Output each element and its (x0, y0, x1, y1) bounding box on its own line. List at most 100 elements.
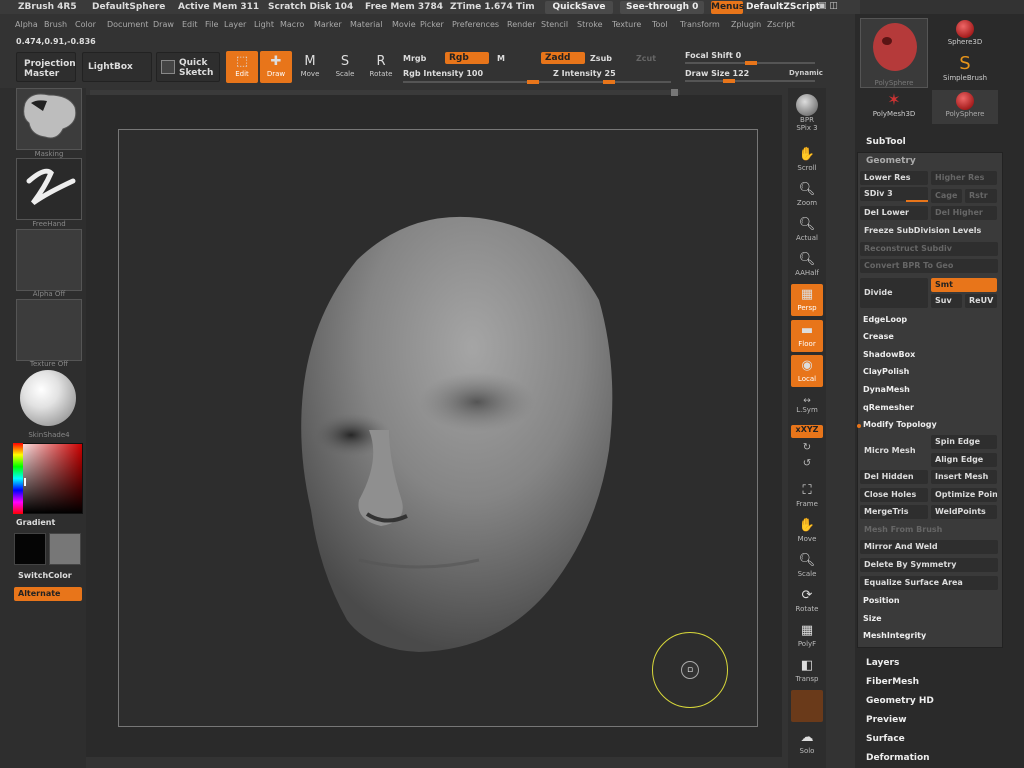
horizontal-scrollbar[interactable] (90, 90, 680, 95)
mesh-from-brush-button[interactable]: Mesh From Brush (860, 523, 998, 537)
lower-res-button[interactable]: Lower Res (860, 171, 928, 185)
delete-by-symmetry-button[interactable]: Delete By Symmetry (860, 558, 998, 572)
lightbox-button[interactable]: LightBox (82, 52, 152, 82)
material-thumbnail[interactable] (16, 368, 82, 430)
micro-mesh-button[interactable]: Micro Mesh (860, 444, 928, 458)
scroll-button[interactable]: ✋ Scroll (791, 144, 823, 176)
divide-button[interactable]: Divide (860, 278, 928, 308)
tool-thumb-polymesh3d[interactable]: ✶ PolyMesh3D (860, 90, 928, 124)
polyf-button[interactable]: ▦ PolyF (791, 620, 823, 652)
reuv-button[interactable]: ReUV (965, 294, 997, 308)
main-color-swatch[interactable] (14, 533, 46, 565)
menu-item[interactable]: Movie (392, 20, 416, 29)
menu-item[interactable]: Macro (280, 20, 304, 29)
subtool-header[interactable]: SubTool (866, 137, 906, 147)
zscript-label[interactable]: DefaultZScript (746, 1, 820, 14)
spix-slider[interactable]: SPix 3 (791, 124, 823, 138)
zoom-button[interactable]: 🔍︎ Zoom (791, 179, 823, 211)
rotate-view-button[interactable]: ⟳ Rotate (791, 585, 823, 617)
position-subpalette[interactable]: Position (863, 596, 900, 605)
z-intensity-slider[interactable]: Z Intensity 25 (553, 69, 616, 78)
shadowbox-subpalette[interactable]: ShadowBox (863, 350, 915, 359)
meshintegrity-subpalette[interactable]: MeshIntegrity (863, 631, 926, 640)
persp-button[interactable]: ▦ Persp (791, 284, 823, 316)
floor-button[interactable]: ▬ Floor (791, 320, 823, 352)
quicksave-button[interactable]: QuickSave (545, 1, 613, 14)
layers-header[interactable]: Layers (866, 658, 899, 668)
hue-strip[interactable] (13, 443, 23, 514)
rgb-intensity-slider[interactable]: Rgb Intensity 100 (403, 69, 483, 78)
menu-item[interactable]: Document (107, 20, 148, 29)
smt-toggle[interactable]: Smt (931, 278, 997, 292)
see-through-slider[interactable]: See-through 0 (620, 1, 704, 14)
focal-shift-track[interactable] (685, 61, 815, 65)
menu-item[interactable]: File (205, 20, 218, 29)
menu-item[interactable]: Brush (44, 20, 67, 29)
sdiv-slider[interactable]: SDiv 3 (860, 187, 928, 201)
transp-button[interactable]: ◧ Transp (791, 655, 823, 687)
stroke-thumbnail[interactable] (16, 158, 82, 220)
modify-topology-subpalette[interactable]: Modify Topology (863, 420, 937, 429)
lsym-button[interactable]: ↔ L.Sym (791, 396, 823, 418)
equalize-surface-button[interactable]: Equalize Surface Area (860, 576, 998, 590)
menu-item[interactable]: Color (75, 20, 96, 29)
menu-item[interactable]: Zscript (767, 20, 795, 29)
qremesher-subpalette[interactable]: qRemesher (863, 403, 914, 412)
zcut-toggle[interactable]: Zcut (636, 54, 656, 63)
menu-item[interactable]: Zplugin (731, 20, 761, 29)
menu-item[interactable]: Alpha (15, 20, 38, 29)
higher-res-button[interactable]: Higher Res (931, 171, 997, 185)
preview-header[interactable]: Preview (866, 715, 907, 725)
focal-shift-slider[interactable]: Focal Shift 0 (685, 51, 741, 60)
document-canvas[interactable] (118, 129, 758, 727)
alternate-button[interactable]: Alternate (14, 587, 82, 601)
geometry-hd-header[interactable]: Geometry HD (866, 696, 934, 706)
suv-toggle[interactable]: Suv (931, 294, 962, 308)
move-view-button[interactable]: ✋ Move (791, 515, 823, 547)
fibermesh-header[interactable]: FiberMesh (866, 677, 919, 687)
size-subpalette[interactable]: Size (863, 614, 882, 623)
quick-sketch-button[interactable]: Quick Sketch (156, 52, 220, 82)
solo-button[interactable]: ☁ Solo (791, 727, 823, 759)
tool-thumb-polysphere[interactable]: PolySphere (860, 18, 928, 88)
menus-button[interactable]: Menus (711, 1, 744, 14)
bpr-button[interactable]: BPR (791, 92, 823, 124)
menu-item[interactable]: Preferences (452, 20, 499, 29)
menu-item[interactable]: Tool (652, 20, 668, 29)
claypolish-subpalette[interactable]: ClayPolish (863, 367, 909, 376)
projection-master-button[interactable]: Projection Master (16, 52, 76, 82)
deformation-header[interactable]: Deformation (866, 753, 930, 763)
actual-button[interactable]: 🔍︎ Actual (791, 214, 823, 246)
rotate-z-icon[interactable]: ↺ (791, 458, 823, 472)
m-toggle[interactable]: M (497, 54, 505, 63)
menu-item[interactable]: Material (350, 20, 383, 29)
draw-button[interactable]: ✚ Draw (260, 51, 292, 83)
alpha-thumbnail[interactable] (16, 229, 82, 291)
optimize-points-button[interactable]: Optimize Poin (931, 488, 997, 502)
menu-item[interactable]: Stroke (577, 20, 603, 29)
dynamic-toggle[interactable]: Dynamic (789, 69, 823, 77)
rgb-toggle[interactable]: Rgb (445, 52, 489, 64)
freeze-subdivision-button[interactable]: Freeze SubDivision Levels (860, 224, 998, 238)
insert-mesh-button[interactable]: Insert Mesh (931, 470, 997, 484)
z-intensity-track[interactable] (541, 80, 671, 84)
menu-item[interactable]: Draw (153, 20, 174, 29)
gradient-label[interactable]: Gradient (16, 518, 55, 527)
reconstruct-subdiv-button[interactable]: Reconstruct Subdiv (860, 242, 998, 256)
surface-header[interactable]: Surface (866, 734, 905, 744)
texture-thumbnail[interactable] (16, 299, 82, 361)
menu-item[interactable]: Edit (182, 20, 198, 29)
menu-item[interactable]: Texture (612, 20, 641, 29)
scrollbar-handle[interactable] (671, 89, 678, 96)
aahalf-button[interactable]: 🔍︎ AAHalf (791, 249, 823, 281)
geometry-title[interactable]: Geometry (866, 156, 916, 166)
del-hidden-button[interactable]: Del Hidden (860, 470, 928, 484)
mirror-and-weld-button[interactable]: Mirror And Weld (860, 540, 998, 554)
del-higher-button[interactable]: Del Higher (931, 206, 997, 220)
convert-bpr-button[interactable]: Convert BPR To Geo (860, 259, 998, 273)
dynamesh-subpalette[interactable]: DynaMesh (863, 385, 910, 394)
close-holes-button[interactable]: Close Holes (860, 488, 928, 502)
mrgb-toggle[interactable]: Mrgb (403, 54, 426, 63)
menu-item[interactable]: Transform (680, 20, 720, 29)
menu-item[interactable]: Picker (420, 20, 444, 29)
